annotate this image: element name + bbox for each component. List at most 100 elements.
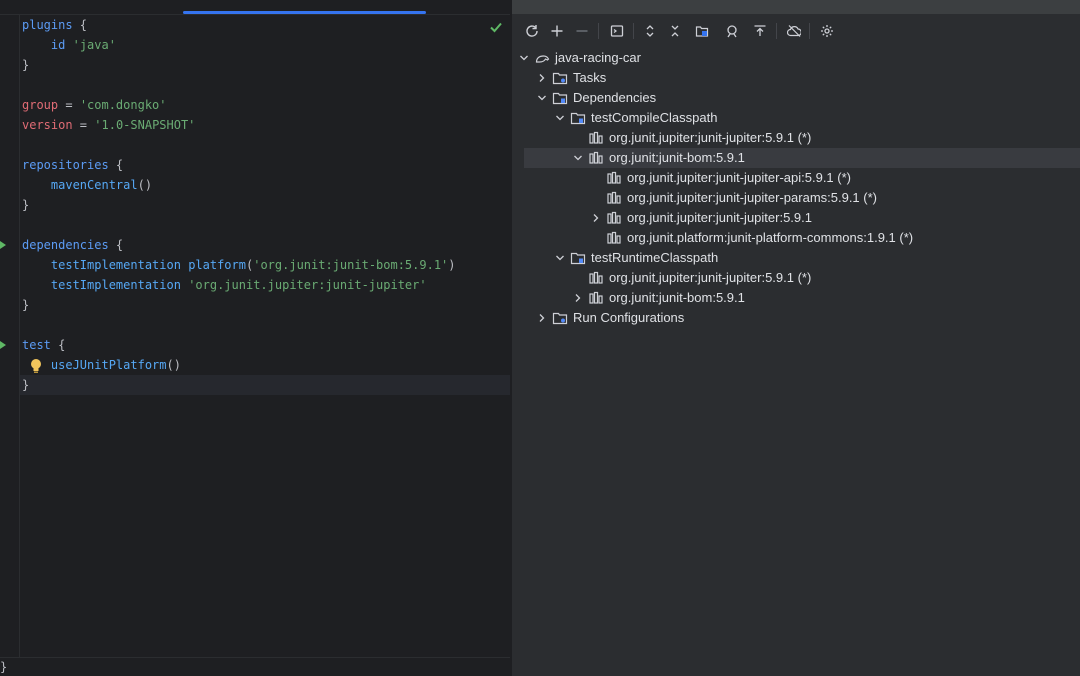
- code-line[interactable]: }: [22, 195, 29, 215]
- code-line[interactable]: group = 'com.dongko': [22, 95, 167, 115]
- lightbulb-icon[interactable]: [29, 358, 43, 374]
- code-token: =: [58, 98, 80, 112]
- code-token: }: [22, 378, 30, 392]
- offline-mode-button[interactable]: [783, 20, 805, 42]
- library-icon: [589, 291, 603, 304]
- remove-icon: [576, 30, 588, 32]
- reload-icon: [526, 25, 538, 37]
- code-token: repositories: [22, 158, 109, 172]
- code-token: version: [22, 118, 73, 132]
- current-line-highlight: [20, 375, 510, 395]
- code-token: test: [22, 338, 51, 352]
- folder-gear-icon: [552, 72, 568, 85]
- scroll-to-source-button[interactable]: [749, 20, 771, 42]
- code-token: mavenCentral: [50, 178, 138, 192]
- tree-node[interactable]: org.junit.jupiter:junit-jupiter:5.9.1: [512, 208, 1080, 228]
- tree-node[interactable]: org.junit.jupiter:junit-jupiter:5.9.1 (*…: [512, 128, 1080, 148]
- code-token: useJUnitPlatform: [50, 358, 167, 372]
- code-token: {: [72, 18, 88, 32]
- code-editor[interactable]: plugins { id 'java'} group = 'com.dongko'…: [0, 0, 510, 676]
- code-line[interactable]: test {: [22, 335, 65, 355]
- tree-node-label: org.junit.jupiter:junit-jupiter:5.9.1: [627, 210, 812, 225]
- chevron-right-icon[interactable]: [537, 73, 547, 83]
- folder-dependencies-icon: [695, 26, 709, 37]
- chevron-down-icon[interactable]: [537, 93, 547, 103]
- tree-node[interactable]: Run Configurations: [512, 308, 1080, 328]
- code-line[interactable]: }: [22, 375, 29, 395]
- tree-node[interactable]: testCompileClasspath: [512, 108, 1080, 128]
- tree-node-selected[interactable]: org.junit:junit-bom:5.9.1: [512, 148, 1080, 168]
- execute-task-button[interactable]: [606, 20, 628, 42]
- toolbar-separator: [633, 23, 634, 39]
- chevron-down-icon[interactable]: [519, 53, 529, 63]
- code-line[interactable]: version = '1.0-SNAPSHOT': [22, 115, 195, 135]
- library-icon: [589, 271, 603, 284]
- chevron-down-icon[interactable]: [555, 113, 565, 123]
- code-token: 'org.junit:junit-bom:5.9.1': [253, 258, 449, 272]
- run-gutter-icon[interactable]: [0, 341, 6, 349]
- breadcrumb-text: }: [0, 660, 8, 674]
- code-line[interactable]: plugins {: [22, 15, 87, 35]
- code-token: testImplementation: [50, 258, 181, 272]
- collapse-all-button[interactable]: [664, 20, 686, 42]
- no-problems-check-icon[interactable]: [489, 20, 503, 34]
- reload-button[interactable]: [521, 20, 543, 42]
- editor-gutter[interactable]: [0, 15, 20, 658]
- active-tab-indicator: [183, 11, 426, 14]
- collapse-all-icon: [671, 25, 679, 37]
- tree-node[interactable]: org.junit.jupiter:junit-jupiter-params:5…: [512, 188, 1080, 208]
- analyze-dependencies-button[interactable]: [721, 20, 743, 42]
- expand-all-button[interactable]: [639, 20, 661, 42]
- code-token: {: [108, 238, 124, 252]
- code-line[interactable]: }: [22, 55, 29, 75]
- code-token: ): [448, 258, 456, 272]
- tree-node[interactable]: org.junit.platform:junit-platform-common…: [512, 228, 1080, 248]
- code-line[interactable]: useJUnitPlatform(): [22, 355, 181, 375]
- chevron-right-icon[interactable]: [573, 293, 583, 303]
- add-button[interactable]: [546, 20, 568, 42]
- tree-node[interactable]: org.junit.jupiter:junit-jupiter-api:5.9.…: [512, 168, 1080, 188]
- code-token: }: [22, 58, 30, 72]
- settings-icon: [821, 25, 833, 37]
- code-line[interactable]: }: [22, 295, 29, 315]
- tree-node[interactable]: Tasks: [512, 68, 1080, 88]
- toolbar-separator: [776, 23, 777, 39]
- code-token: (): [137, 178, 153, 192]
- code-line[interactable]: id 'java': [22, 35, 116, 55]
- offline-mode-icon: [787, 25, 801, 37]
- tree-node-label: org.junit.jupiter:junit-jupiter-params:5…: [627, 190, 877, 205]
- code-line[interactable]: testImplementation 'org.junit.jupiter:ju…: [22, 275, 427, 295]
- chevron-down-icon[interactable]: [555, 253, 565, 263]
- tree-node-label: Dependencies: [573, 90, 657, 105]
- code-line[interactable]: repositories {: [22, 155, 123, 175]
- code-token: {: [50, 338, 66, 352]
- library-icon: [607, 231, 621, 244]
- tree-node[interactable]: org.junit.jupiter:junit-jupiter:5.9.1 (*…: [512, 268, 1080, 288]
- code-line[interactable]: mavenCentral(): [22, 175, 152, 195]
- code-token: group: [22, 98, 59, 112]
- code-line[interactable]: testImplementation platform('org.junit:j…: [22, 255, 456, 275]
- folder-dependencies-button[interactable]: [691, 20, 713, 42]
- code-line[interactable]: dependencies {: [22, 235, 123, 255]
- tree-node[interactable]: Dependencies: [512, 88, 1080, 108]
- tree-node[interactable]: testRuntimeClasspath: [512, 248, 1080, 268]
- chevron-right-icon[interactable]: [591, 213, 601, 223]
- remove-button[interactable]: [571, 20, 593, 42]
- tree-node[interactable]: org.junit:junit-bom:5.9.1: [512, 288, 1080, 308]
- code-token: plugins: [22, 18, 73, 32]
- folder-library-icon: [570, 252, 586, 265]
- settings-button[interactable]: [816, 20, 838, 42]
- run-gutter-icon[interactable]: [0, 241, 6, 249]
- tree-node-label: org.junit.jupiter:junit-jupiter-api:5.9.…: [627, 170, 851, 185]
- gradle-toolbar: [512, 18, 1080, 44]
- code-token: '1.0-SNAPSHOT': [94, 118, 196, 132]
- code-token: {: [108, 158, 124, 172]
- library-icon: [589, 151, 603, 164]
- tree-node[interactable]: java-racing-car: [512, 48, 1080, 68]
- chevron-right-icon[interactable]: [537, 313, 547, 323]
- chevron-down-icon[interactable]: [573, 153, 583, 163]
- editor-tab-strip[interactable]: [0, 0, 510, 15]
